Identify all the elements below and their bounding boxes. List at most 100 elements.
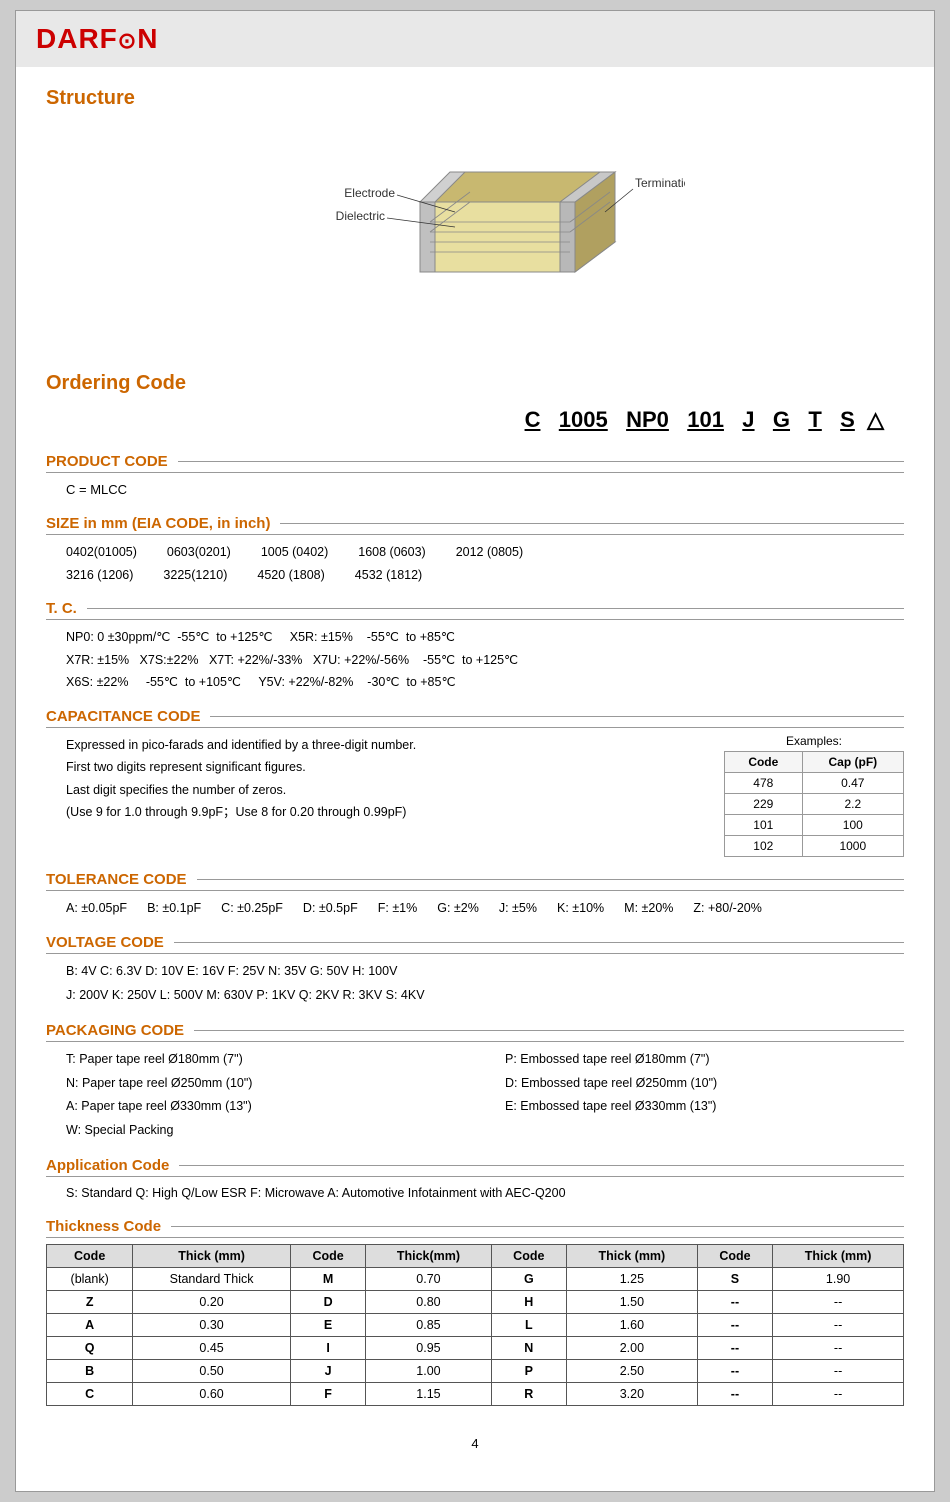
th-r2c7: -- bbox=[697, 1291, 772, 1314]
th-r5c6: 2.50 bbox=[567, 1360, 698, 1383]
th-r6c3: F bbox=[290, 1383, 365, 1406]
dielectric-label: Dielectric bbox=[336, 209, 385, 223]
size-val-5: 2012 (0805) bbox=[456, 541, 523, 564]
tol-z: Z: +80/-20% bbox=[693, 897, 761, 921]
table-row: (blank) Standard Thick M 0.70 G 1.25 S 1… bbox=[47, 1268, 904, 1291]
thickness-table: Code Thick (mm) Code Thick(mm) Code Thic… bbox=[46, 1244, 904, 1406]
code-g: G bbox=[773, 407, 790, 432]
th-r4c8: -- bbox=[773, 1337, 904, 1360]
size-val-1: 0402(01005) bbox=[66, 541, 137, 564]
th-header-1: Code bbox=[47, 1245, 133, 1268]
th-r4c2: 0.45 bbox=[133, 1337, 291, 1360]
tc-line-3: X6S: ±22% -55℃ to +105℃ Y5V: +22%/-82% -… bbox=[66, 671, 904, 694]
structure-section: Structure bbox=[46, 87, 904, 342]
pkg-a: A: Paper tape reel Ø330mm (13") bbox=[66, 1095, 465, 1119]
ex-cap-2: 2.2 bbox=[802, 793, 903, 814]
th-r6c1: C bbox=[47, 1383, 133, 1406]
application-section: Application Code S: Standard Q: High Q/L… bbox=[46, 1157, 904, 1204]
th-header-8: Thick (mm) bbox=[773, 1245, 904, 1268]
table-row: B 0.50 J 1.00 P 2.50 -- -- bbox=[47, 1360, 904, 1383]
th-r1c2: Standard Thick bbox=[133, 1268, 291, 1291]
cap-line-3: Last digit specifies the number of zeros… bbox=[66, 779, 704, 802]
pkg-t: T: Paper tape reel Ø180mm (7") bbox=[66, 1048, 465, 1072]
th-r2c4: 0.80 bbox=[366, 1291, 491, 1314]
termination-label: Termination bbox=[635, 176, 685, 190]
tol-b: B: ±0.1pF bbox=[147, 897, 201, 921]
ex-code-4: 102 bbox=[725, 835, 803, 856]
th-r2c8: -- bbox=[773, 1291, 904, 1314]
capacitance-text: Expressed in pico-farads and identified … bbox=[46, 734, 704, 824]
capacitor-diagram: Electrode Dielectric Termination bbox=[265, 142, 685, 312]
th-r6c7: -- bbox=[697, 1383, 772, 1406]
th-r2c3: D bbox=[290, 1291, 365, 1314]
th-r3c8: -- bbox=[773, 1314, 904, 1337]
cap-line-4: (Use 9 for 1.0 through 9.9pF；Use 8 for 0… bbox=[66, 801, 704, 824]
th-r4c7: -- bbox=[697, 1337, 772, 1360]
code-1005: 1005 bbox=[559, 407, 608, 432]
table-row: 478 0.47 bbox=[725, 772, 904, 793]
pkg-p: P: Embossed tape reel Ø180mm (7") bbox=[505, 1048, 904, 1072]
table-row: Q 0.45 I 0.95 N 2.00 -- -- bbox=[47, 1337, 904, 1360]
packaging-content: T: Paper tape reel Ø180mm (7") N: Paper … bbox=[46, 1048, 904, 1143]
packaging-section: PACKAGING CODE T: Paper tape reel Ø180mm… bbox=[46, 1022, 904, 1143]
size-val-6: 3216 (1206) bbox=[66, 564, 133, 587]
pkg-e: E: Embossed tape reel Ø330mm (13") bbox=[505, 1095, 904, 1119]
th-header-4: Thick(mm) bbox=[366, 1245, 491, 1268]
packaging-left: T: Paper tape reel Ø180mm (7") N: Paper … bbox=[66, 1048, 465, 1143]
thickness-section: Thickness Code Code Thick (mm) Code Thic… bbox=[46, 1218, 904, 1406]
capacitance-content: Expressed in pico-farads and identified … bbox=[46, 734, 904, 857]
th-r5c3: J bbox=[290, 1360, 365, 1383]
capacitance-title: CAPACITANCE CODE bbox=[46, 708, 904, 728]
tolerance-content: A: ±0.05pF B: ±0.1pF C: ±0.25pF D: ±0.5p… bbox=[46, 897, 904, 921]
voltage-content: B: 4V C: 6.3V D: 10V E: 16V F: 25V N: 35… bbox=[46, 960, 904, 1008]
tol-f: F: ±1% bbox=[378, 897, 418, 921]
th-r1c3: M bbox=[290, 1268, 365, 1291]
size-content: 0402(01005) 0603(0201) 1005 (0402) 1608 … bbox=[46, 541, 904, 586]
size-section: SIZE in mm (EIA CODE, in inch) 0402(0100… bbox=[46, 515, 904, 586]
ex-code-3: 101 bbox=[725, 814, 803, 835]
th-r4c6: 2.00 bbox=[567, 1337, 698, 1360]
ordering-code-display: C 1005 NP0 101 J G T S △ bbox=[46, 407, 884, 433]
pkg-w: W: Special Packing bbox=[66, 1119, 465, 1143]
th-header-6: Thick (mm) bbox=[567, 1245, 698, 1268]
tc-line-2: X7R: ±15% X7S:±22% X7T: +22%/-33% X7U: +… bbox=[66, 649, 904, 672]
voltage-title: VOLTAGE CODE bbox=[46, 934, 904, 954]
cap-line-1: Expressed in pico-farads and identified … bbox=[66, 734, 704, 757]
thickness-title: Thickness Code bbox=[46, 1218, 904, 1238]
th-r6c5: R bbox=[491, 1383, 566, 1406]
product-code-section: PRODUCT CODE C = MLCC bbox=[46, 453, 904, 501]
pkg-d: D: Embossed tape reel Ø250mm (10") bbox=[505, 1072, 904, 1096]
th-r2c6: 1.50 bbox=[567, 1291, 698, 1314]
th-header-3: Code bbox=[290, 1245, 365, 1268]
th-r5c1: B bbox=[47, 1360, 133, 1383]
tol-k: K: ±10% bbox=[557, 897, 604, 921]
ordering-title: Ordering Code bbox=[46, 372, 904, 395]
size-val-2: 0603(0201) bbox=[167, 541, 231, 564]
table-row: A 0.30 E 0.85 L 1.60 -- -- bbox=[47, 1314, 904, 1337]
size-val-8: 4520 (1808) bbox=[257, 564, 324, 587]
packaging-title: PACKAGING CODE bbox=[46, 1022, 904, 1042]
page-number: 4 bbox=[46, 1436, 904, 1451]
tolerance-title: TOLERANCE CODE bbox=[46, 871, 904, 891]
ex-cap-3: 100 bbox=[802, 814, 903, 835]
th-r5c8: -- bbox=[773, 1360, 904, 1383]
application-content: S: Standard Q: High Q/Low ESR F: Microwa… bbox=[46, 1183, 904, 1204]
page: DARF⊙N Structure bbox=[15, 10, 935, 1492]
code-np0: NP0 bbox=[626, 407, 669, 432]
ex-cap-1: 0.47 bbox=[802, 772, 903, 793]
ex-code-1: 478 bbox=[725, 772, 803, 793]
th-r4c3: I bbox=[290, 1337, 365, 1360]
code-j: J bbox=[742, 407, 754, 432]
th-r3c5: L bbox=[491, 1314, 566, 1337]
logo-bar: DARF⊙N bbox=[16, 11, 934, 67]
th-r2c5: H bbox=[491, 1291, 566, 1314]
table-row: Z 0.20 D 0.80 H 1.50 -- -- bbox=[47, 1291, 904, 1314]
diagram-area: Electrode Dielectric Termination bbox=[46, 122, 904, 342]
th-header-7: Code bbox=[697, 1245, 772, 1268]
tol-g: G: ±2% bbox=[437, 897, 479, 921]
tol-j: J: ±5% bbox=[499, 897, 537, 921]
tol-m: M: ±20% bbox=[624, 897, 673, 921]
structure-title: Structure bbox=[46, 87, 904, 110]
th-r1c8: 1.90 bbox=[773, 1268, 904, 1291]
examples-table: Code Cap (pF) 478 0.47 229 2.2 bbox=[724, 751, 904, 857]
